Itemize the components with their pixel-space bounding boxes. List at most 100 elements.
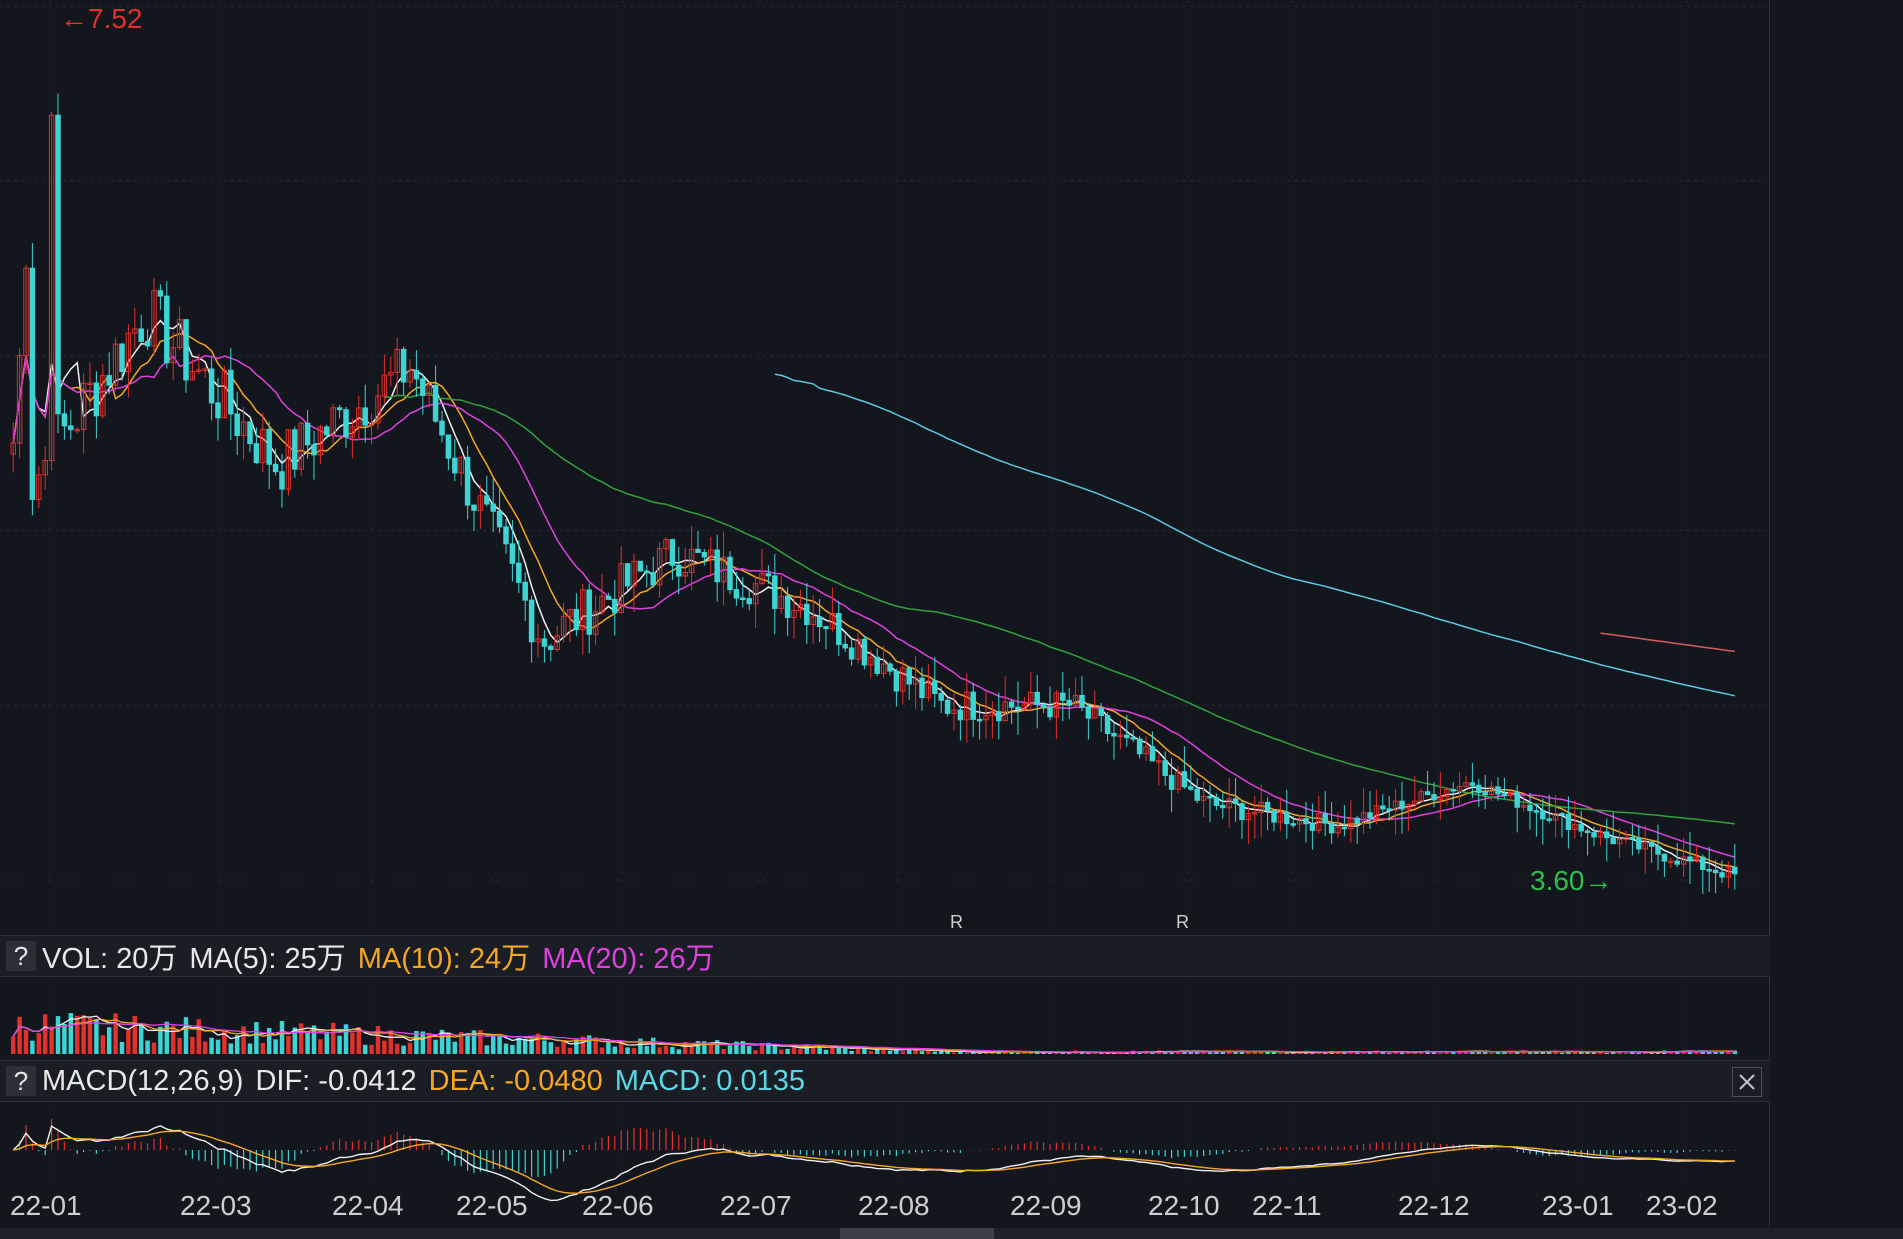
candle-body xyxy=(669,539,676,566)
volume-bar xyxy=(260,1043,266,1054)
volume-bar xyxy=(49,1026,54,1054)
time-axis-label: 23-02 xyxy=(1646,1190,1718,1221)
volume-bar xyxy=(420,1031,426,1054)
candle-body xyxy=(624,563,631,587)
time-axis-label: 22-03 xyxy=(180,1190,252,1221)
volume-bar xyxy=(305,1032,310,1054)
vol-label: VOL: 20万 xyxy=(42,943,178,975)
time-axis-label: 22-12 xyxy=(1398,1190,1470,1221)
candle-body xyxy=(919,677,925,699)
candle-body xyxy=(138,328,144,342)
candle-body xyxy=(106,375,112,386)
volume-bar xyxy=(574,1039,579,1054)
volume-bar xyxy=(452,1041,458,1054)
volume-bar xyxy=(510,1044,515,1054)
time-axis-label: 22-04 xyxy=(332,1190,404,1221)
volume-bar xyxy=(177,1037,182,1054)
candle-body xyxy=(304,422,311,446)
ma250-line xyxy=(1600,632,1735,653)
candle-body xyxy=(932,680,938,694)
candle-body xyxy=(1661,853,1668,862)
volume-bar xyxy=(1233,1052,1238,1054)
ma120-line xyxy=(774,373,1735,697)
candle-body xyxy=(1706,869,1712,872)
volume-bar xyxy=(94,1019,99,1054)
volume-bar xyxy=(542,1040,547,1054)
volume-bar xyxy=(746,1046,752,1054)
axis-labels: 7.606.806.005.204.403.6022-0122-0322-042… xyxy=(10,0,1850,1221)
candle-body xyxy=(247,421,253,445)
candle-body xyxy=(1284,811,1290,825)
volume-bar xyxy=(401,1045,406,1054)
candle-body xyxy=(1380,805,1386,810)
volume-bar xyxy=(599,1047,605,1054)
volume-bar xyxy=(497,1034,502,1054)
candle-body xyxy=(324,426,330,436)
candle-body xyxy=(1476,784,1482,794)
volume-bar xyxy=(1278,1052,1283,1054)
candle-body xyxy=(765,573,772,577)
volume-bar xyxy=(836,1047,842,1054)
candle-body xyxy=(452,457,458,474)
volume-bar xyxy=(1438,1052,1443,1054)
candle-body xyxy=(61,413,68,427)
volume-bar xyxy=(868,1051,874,1054)
volume-bar xyxy=(1559,1052,1565,1054)
macd-indicator-bar: ? MACD(12,26,9) DIF: -0.0412 DEA: -0.048… xyxy=(0,1060,1770,1102)
time-axis-label: 22-06 xyxy=(582,1190,654,1221)
stock-chart[interactable]: 7.606.806.005.204.403.6022-0122-0322-042… xyxy=(0,0,1903,1239)
volume-bar xyxy=(778,1049,784,1054)
volume-bar xyxy=(209,1037,214,1054)
volume-bar xyxy=(100,1035,106,1054)
candle-body xyxy=(484,495,490,505)
candle-body xyxy=(1469,782,1476,786)
candle-body xyxy=(541,638,548,647)
candle-body xyxy=(144,340,151,347)
volume-bar xyxy=(126,1029,131,1054)
candle-body xyxy=(612,598,618,614)
candle-body xyxy=(1591,832,1597,838)
volume-bar xyxy=(612,1046,618,1054)
close-icon[interactable] xyxy=(1732,1067,1762,1097)
volume-bar xyxy=(17,1016,22,1054)
candle-body xyxy=(727,556,733,591)
volume-bar xyxy=(874,1050,880,1054)
candle-body xyxy=(1303,818,1309,825)
time-axis-label: 22-05 xyxy=(456,1190,528,1221)
time-axis-label: 22-08 xyxy=(858,1190,930,1221)
candle-body xyxy=(1213,797,1220,806)
volume-bar xyxy=(382,1040,387,1054)
candle-body xyxy=(93,382,100,417)
candle-body xyxy=(714,549,720,583)
volume-bar xyxy=(503,1043,509,1054)
volume-bar xyxy=(375,1026,381,1054)
volume-bar xyxy=(318,1039,323,1054)
volume-help-button[interactable]: ? xyxy=(6,941,36,971)
volume-bar xyxy=(1386,1052,1392,1054)
candle-body xyxy=(836,612,842,645)
candle-body xyxy=(522,581,528,601)
volume-bar xyxy=(689,1046,694,1054)
candle-body xyxy=(823,626,829,630)
volume-bar xyxy=(977,1052,982,1054)
candle-body xyxy=(1546,818,1552,821)
candle-body xyxy=(957,709,964,721)
volume-bar xyxy=(36,1033,42,1054)
candle-body xyxy=(496,510,503,528)
volume-bar xyxy=(298,1023,304,1054)
volume-bar xyxy=(343,1024,349,1054)
candle-body xyxy=(1104,714,1111,735)
candle-body xyxy=(528,599,535,643)
candle-body xyxy=(938,692,944,701)
volume-bar xyxy=(708,1044,714,1054)
volume-bar xyxy=(561,1041,566,1054)
scrollbar-thumb[interactable] xyxy=(840,1228,994,1239)
vol-ma5-label: MA(5): 25万 xyxy=(189,943,346,975)
price-axis-rail xyxy=(1769,0,1903,1239)
candle-body xyxy=(400,348,407,383)
candle-body xyxy=(215,402,221,419)
candle-body xyxy=(944,699,951,714)
macd-help-button[interactable]: ? xyxy=(6,1066,36,1096)
candle-body xyxy=(1124,734,1130,739)
volume-bar xyxy=(241,1026,246,1054)
